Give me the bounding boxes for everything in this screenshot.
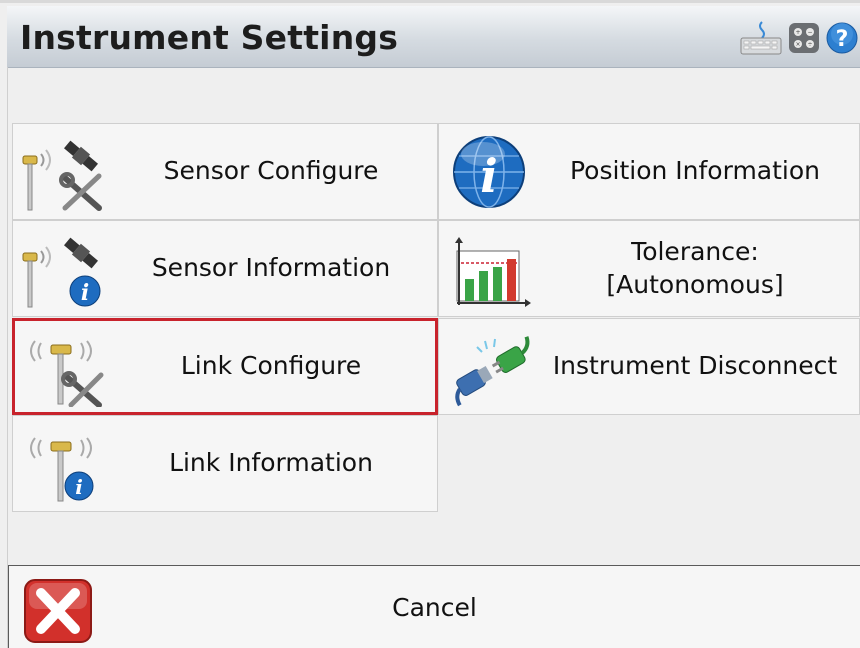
- svg-text:i: i: [81, 280, 89, 306]
- link-configure-button[interactable]: Link Configure: [12, 318, 438, 415]
- instrument-disconnect-button[interactable]: Instrument Disconnect: [438, 318, 860, 415]
- position-information-label: Position Information: [570, 156, 820, 186]
- cancel-button[interactable]: Cancel: [8, 565, 860, 648]
- svg-text:i: i: [75, 475, 83, 499]
- gnss-sensor-info-icon: i: [22, 237, 101, 308]
- radio-link-configure-icon: [30, 340, 104, 407]
- instrument-settings-window: Instrument Settings + − × ÷ ? Sensor Con…: [0, 0, 860, 648]
- keyboard-icon[interactable]: [740, 20, 782, 56]
- svg-text:÷: ÷: [807, 41, 812, 48]
- top-border: [0, 0, 860, 3]
- tolerance-label: Tolerance: [Autonomous]: [606, 237, 784, 299]
- tolerance-chart-icon: [455, 237, 531, 307]
- sensor-configure-button[interactable]: Sensor Configure: [12, 123, 438, 220]
- svg-text:?: ?: [836, 27, 849, 52]
- gnss-sensor-configure-icon: [22, 140, 102, 211]
- link-configure-label: Link Configure: [180, 351, 362, 381]
- radio-link-info-icon: i: [30, 437, 94, 502]
- link-information-button[interactable]: i Link Information: [12, 415, 438, 512]
- title-bar: Instrument Settings + − × ÷ ?: [7, 6, 860, 68]
- position-information-button[interactable]: i Position Information: [438, 123, 860, 220]
- svg-text:+: +: [795, 29, 800, 36]
- svg-text:i: i: [480, 149, 497, 203]
- toolbar-icons: + − × ÷ ?: [740, 20, 858, 56]
- disconnect-plug-icon: [455, 336, 530, 407]
- window-title: Instrument Settings: [20, 18, 399, 57]
- svg-text:×: ×: [795, 41, 800, 48]
- sensor-information-label: Sensor Information: [151, 253, 391, 283]
- info-globe-icon: i: [453, 136, 525, 208]
- cancel-label: Cancel: [392, 592, 477, 622]
- instrument-disconnect-label: Instrument Disconnect: [552, 351, 838, 381]
- help-icon[interactable]: ?: [826, 22, 858, 54]
- svg-text:−: −: [807, 29, 812, 36]
- calculator-icon[interactable]: + − × ÷: [788, 22, 820, 54]
- sensor-information-button[interactable]: i Sensor Information: [12, 220, 438, 317]
- link-information-label: Link Information: [169, 448, 373, 478]
- sensor-configure-label: Sensor Configure: [163, 156, 379, 186]
- tolerance-button[interactable]: Tolerance: [Autonomous]: [438, 220, 860, 317]
